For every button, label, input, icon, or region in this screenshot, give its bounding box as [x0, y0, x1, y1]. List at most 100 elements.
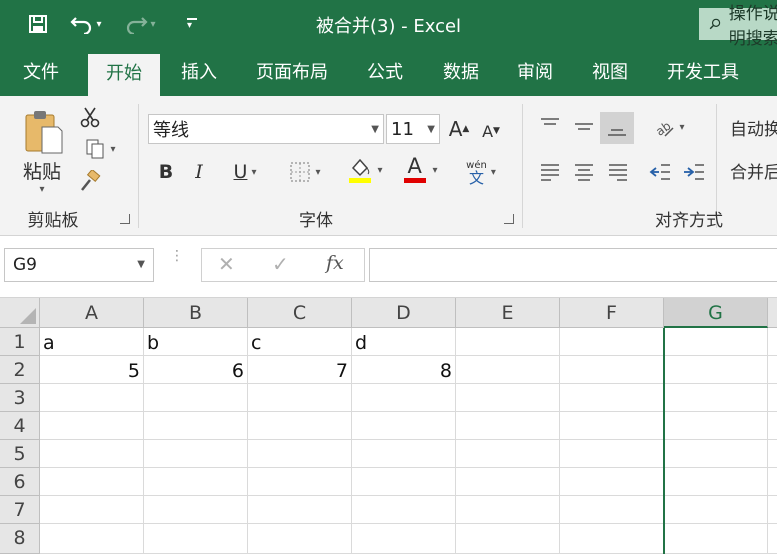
- row-header-3[interactable]: 3: [0, 384, 40, 412]
- row-header-6[interactable]: 6: [0, 468, 40, 496]
- cell-d6[interactable]: [352, 468, 456, 496]
- cell-d1[interactable]: d: [352, 328, 456, 356]
- increase-indent-icon[interactable]: [680, 158, 708, 186]
- cell-h1[interactable]: [768, 328, 777, 356]
- cell-h6[interactable]: [768, 468, 777, 496]
- cell-f5[interactable]: [560, 440, 664, 468]
- tell-me-box[interactable]: 操作说明搜索: [699, 4, 777, 49]
- paste-button[interactable]: 粘贴 ▾: [16, 104, 68, 200]
- fill-color-button[interactable]: ▾: [342, 154, 388, 186]
- cell-b8[interactable]: [144, 524, 248, 554]
- cell-a6[interactable]: [40, 468, 144, 496]
- cell-a8[interactable]: [40, 524, 144, 554]
- row-header-4[interactable]: 4: [0, 412, 40, 440]
- cell-h4[interactable]: [768, 412, 777, 440]
- cell-f4[interactable]: [560, 412, 664, 440]
- column-header-c[interactable]: C: [248, 298, 352, 328]
- cell-d2[interactable]: 8: [352, 356, 456, 384]
- cell-f8[interactable]: [560, 524, 664, 554]
- cell-g2[interactable]: [664, 356, 768, 384]
- tab-view[interactable]: 视图: [580, 50, 640, 96]
- bold-button[interactable]: B: [154, 158, 178, 186]
- row-header-8[interactable]: 8: [0, 524, 40, 554]
- cell-a3[interactable]: [40, 384, 144, 412]
- grow-font-button[interactable]: A ▲: [446, 116, 472, 142]
- align-right-icon[interactable]: [604, 158, 632, 186]
- column-header-e[interactable]: E: [456, 298, 560, 328]
- cell-c8[interactable]: [248, 524, 352, 554]
- cell-g3[interactable]: [664, 384, 768, 412]
- cut-icon[interactable]: [78, 104, 102, 130]
- cell-d4[interactable]: [352, 412, 456, 440]
- tab-insert[interactable]: 插入: [168, 50, 230, 96]
- cell-b7[interactable]: [144, 496, 248, 524]
- tab-developer[interactable]: 开发工具: [656, 50, 750, 96]
- merge-center-button[interactable]: 合并后居中: [726, 156, 777, 184]
- column-header-g[interactable]: G: [664, 298, 768, 328]
- name-box[interactable]: G9 ▼: [4, 248, 154, 282]
- align-left-icon[interactable]: [536, 158, 564, 186]
- copy-icon[interactable]: ▾: [78, 136, 122, 162]
- cell-f2[interactable]: [560, 356, 664, 384]
- italic-button[interactable]: I: [188, 158, 210, 186]
- column-header-f[interactable]: F: [560, 298, 664, 328]
- cell-a4[interactable]: [40, 412, 144, 440]
- cell-f1[interactable]: [560, 328, 664, 356]
- cell-h8[interactable]: [768, 524, 777, 554]
- tab-file[interactable]: 文件: [10, 50, 72, 96]
- cell-g7[interactable]: [664, 496, 768, 524]
- column-header-h[interactable]: [768, 298, 777, 328]
- tab-review[interactable]: 审阅: [504, 50, 566, 96]
- format-painter-icon[interactable]: [78, 168, 102, 194]
- cell-c4[interactable]: [248, 412, 352, 440]
- align-center-icon[interactable]: [570, 158, 598, 186]
- cell-h3[interactable]: [768, 384, 777, 412]
- cell-g4[interactable]: [664, 412, 768, 440]
- cell-h2[interactable]: [768, 356, 777, 384]
- resize-handle-icon[interactable]: ⋮: [170, 249, 184, 263]
- cell-h5[interactable]: [768, 440, 777, 468]
- cell-e7[interactable]: [456, 496, 560, 524]
- cell-c2[interactable]: 7: [248, 356, 352, 384]
- align-middle-icon[interactable]: [570, 112, 598, 140]
- cell-a7[interactable]: [40, 496, 144, 524]
- decrease-indent-icon[interactable]: [646, 158, 674, 186]
- column-header-d[interactable]: D: [352, 298, 456, 328]
- column-header-b[interactable]: B: [144, 298, 248, 328]
- clipboard-launcher-icon[interactable]: [120, 214, 130, 224]
- cell-d5[interactable]: [352, 440, 456, 468]
- cell-e2[interactable]: [456, 356, 560, 384]
- cell-e3[interactable]: [456, 384, 560, 412]
- column-header-a[interactable]: A: [40, 298, 144, 328]
- cell-g1[interactable]: [664, 328, 768, 356]
- tab-page-layout[interactable]: 页面布局: [246, 50, 338, 96]
- phonetic-button[interactable]: wén 文 ▾: [456, 156, 506, 188]
- tab-data[interactable]: 数据: [430, 50, 492, 96]
- cell-b6[interactable]: [144, 468, 248, 496]
- formula-input[interactable]: [369, 248, 777, 282]
- cell-e4[interactable]: [456, 412, 560, 440]
- font-size-combo[interactable]: 11 ▼: [386, 114, 440, 144]
- font-name-combo[interactable]: 等线 ▼: [148, 114, 384, 144]
- worksheet-grid[interactable]: A B C D E F G 1 2 3 4 5 6 7 8 abcd5678: [0, 298, 777, 554]
- cell-g8[interactable]: [664, 524, 768, 554]
- orientation-button[interactable]: ab ▾: [646, 114, 692, 140]
- cell-g5[interactable]: [664, 440, 768, 468]
- font-color-button[interactable]: A ▾: [396, 154, 444, 186]
- cell-f6[interactable]: [560, 468, 664, 496]
- cell-e5[interactable]: [456, 440, 560, 468]
- row-header-1[interactable]: 1: [0, 328, 40, 356]
- insert-function-icon[interactable]: fx: [326, 252, 344, 274]
- borders-button[interactable]: ▾: [282, 158, 328, 186]
- cell-h7[interactable]: [768, 496, 777, 524]
- shrink-font-button[interactable]: A ▼: [478, 118, 504, 144]
- cancel-icon[interactable]: ✕: [218, 252, 235, 276]
- cell-b4[interactable]: [144, 412, 248, 440]
- underline-button[interactable]: U ▾: [222, 158, 268, 186]
- cell-d3[interactable]: [352, 384, 456, 412]
- cell-e1[interactable]: [456, 328, 560, 356]
- row-header-5[interactable]: 5: [0, 440, 40, 468]
- cell-e6[interactable]: [456, 468, 560, 496]
- align-bottom-icon[interactable]: [600, 112, 634, 144]
- cell-f3[interactable]: [560, 384, 664, 412]
